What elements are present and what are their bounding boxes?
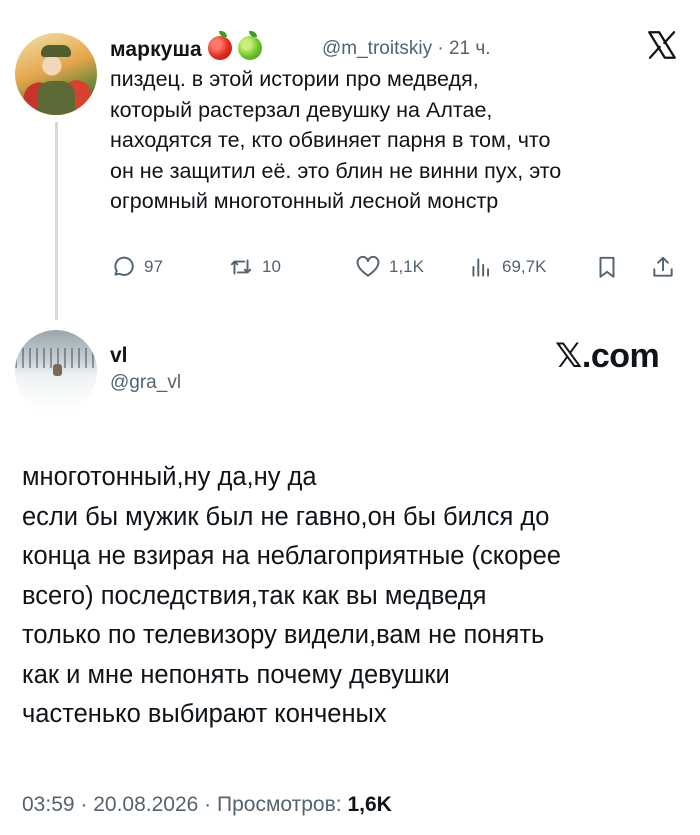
reply-count: 97 [144, 257, 163, 276]
tweet-time[interactable]: 03:59 [22, 793, 75, 816]
avatar-markusha[interactable] [15, 33, 97, 115]
x-com-label: 𝕏.com [555, 337, 660, 375]
quoted-handle-line: @m_troitskiy · 21 ч. [322, 38, 491, 60]
reply-author-name[interactable]: vl [110, 344, 128, 368]
like-count: 1,1K [389, 257, 424, 276]
retweet-count: 10 [262, 257, 281, 276]
retweet-icon [230, 259, 252, 275]
share-button[interactable] [650, 254, 676, 280]
reply-handle[interactable]: @gra_vl [110, 372, 181, 394]
red-apple-icon [207, 31, 232, 60]
tweet-date[interactable]: 20.08.2026 [93, 793, 198, 816]
quoted-handle[interactable]: @m_troitskiy [322, 38, 432, 59]
thread-line [55, 122, 58, 320]
avatar-vl[interactable] [15, 330, 97, 412]
like-button[interactable]: 1,1K [355, 254, 424, 280]
heart-icon [356, 255, 380, 277]
views-total: 1,6K [347, 793, 392, 816]
display-name[interactable]: маркуша [110, 38, 202, 61]
quoted-author-name[interactable]: маркуша [110, 31, 262, 62]
views-button[interactable]: 69,7K [468, 254, 546, 280]
retweet-button[interactable]: 10 [228, 254, 281, 280]
bookmark-icon [599, 256, 615, 278]
green-apple-icon [237, 31, 262, 60]
tweet-meta: 03:59 · 20.08.2026 · Просмотров: 1,6K [22, 793, 392, 816]
tweet-actions-bar: 97 10 1,1K 69,7K [110, 254, 680, 284]
bar-chart-icon [472, 258, 490, 277]
views-count: 69,7K [502, 257, 547, 276]
reply-button[interactable]: 97 [110, 254, 163, 280]
avatar-body-shape [37, 81, 75, 115]
views-label: Просмотров: [217, 793, 342, 816]
avatar-cap-shape [41, 45, 71, 57]
reply-tweet-text: многотонный,ну да,ну да если бы мужик бы… [22, 463, 561, 728]
quoted-tweet-text: пиздец. в этой истории про медведя, кото… [110, 67, 562, 213]
avatar-dog-shape [53, 364, 62, 376]
bookmark-button[interactable] [594, 254, 620, 280]
reply-icon [114, 256, 134, 276]
quoted-time[interactable]: · 21 ч. [437, 38, 490, 59]
x-logo-icon[interactable] [645, 28, 679, 62]
share-icon [653, 256, 673, 277]
